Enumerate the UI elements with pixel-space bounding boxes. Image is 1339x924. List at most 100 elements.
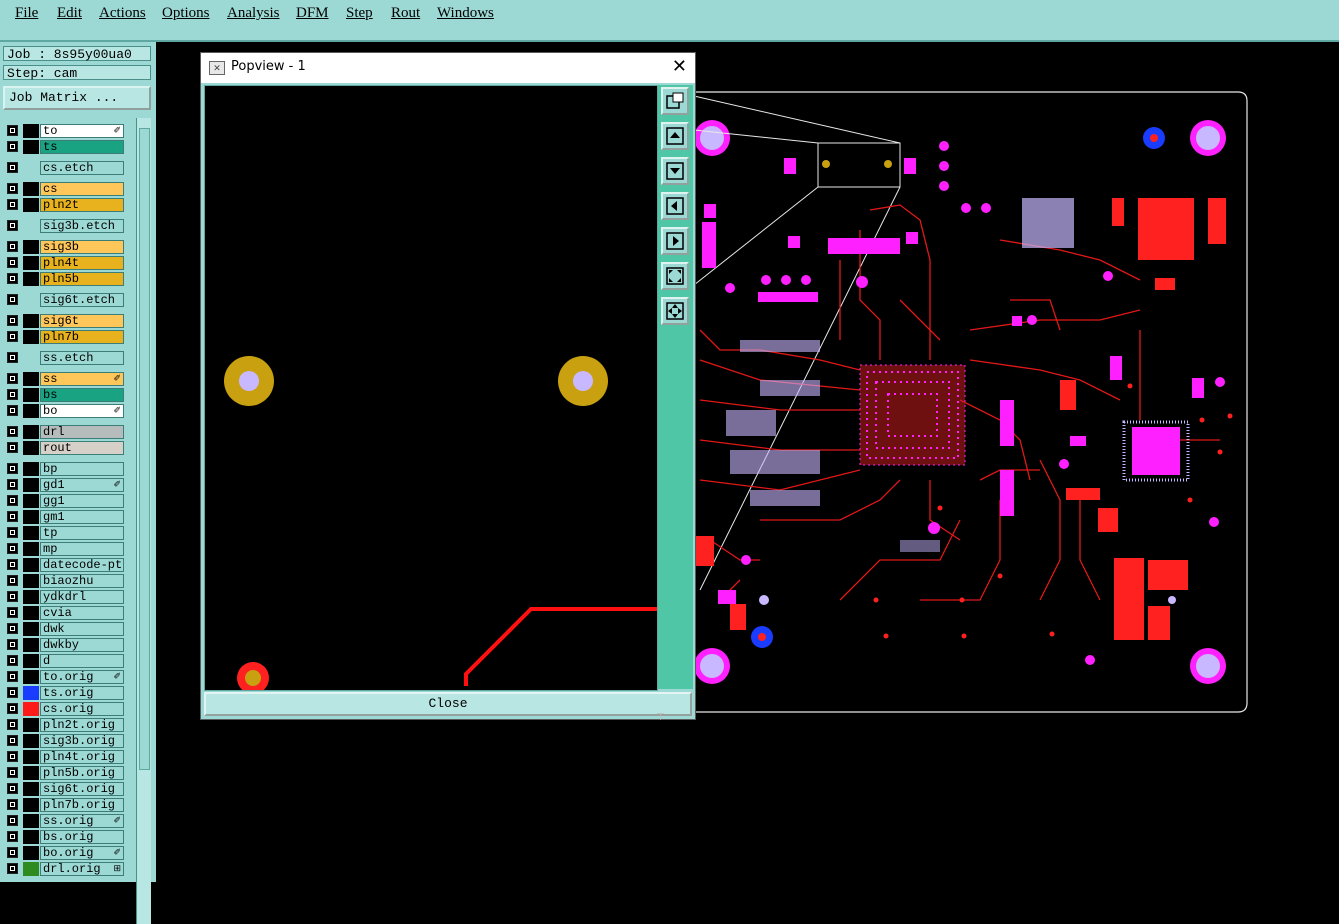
layer-checkbox[interactable]	[7, 767, 18, 778]
menu-rout[interactable]: Rout	[391, 5, 420, 22]
layer-row[interactable]: ydkdrl	[4, 590, 126, 604]
resize-handle-icon[interactable]: ⊤	[656, 712, 665, 723]
menu-windows[interactable]: Windows	[437, 5, 494, 22]
layer-name[interactable]: pln2t.orig	[40, 718, 124, 732]
layer-color-swatch[interactable]	[23, 404, 39, 418]
layer-name[interactable]: pln2t	[40, 198, 124, 212]
layer-color-swatch[interactable]	[23, 526, 39, 540]
close-button[interactable]: Close	[204, 692, 692, 716]
layer-color-swatch[interactable]	[23, 622, 39, 636]
layer-color-swatch[interactable]	[23, 478, 39, 492]
layer-row[interactable]: dwk	[4, 622, 126, 636]
layer-row[interactable]: gg1	[4, 494, 126, 508]
layer-name[interactable]: pln7b	[40, 330, 124, 344]
layer-row[interactable]: cs.orig	[4, 702, 126, 716]
layer-color-swatch[interactable]	[23, 182, 39, 196]
layer-checkbox[interactable]	[7, 783, 18, 794]
layer-color-swatch[interactable]	[23, 272, 39, 286]
zoom-window-icon[interactable]	[661, 87, 689, 115]
layer-row[interactable]: sig6t.etch	[4, 293, 126, 307]
menu-step[interactable]: Step	[346, 5, 373, 22]
layer-row[interactable]: sig3b.etch	[4, 219, 126, 233]
layer-checkbox[interactable]	[7, 591, 18, 602]
layer-color-swatch[interactable]	[23, 219, 39, 233]
layer-name[interactable]: biaozhu	[40, 574, 124, 588]
layer-color-swatch[interactable]	[23, 314, 39, 328]
layer-name[interactable]: gg1	[40, 494, 124, 508]
layer-name[interactable]: pln5b	[40, 272, 124, 286]
menu-file[interactable]: File	[15, 5, 38, 22]
layer-color-swatch[interactable]	[23, 702, 39, 716]
layer-name[interactable]: drl	[40, 425, 124, 439]
layer-name[interactable]: sig6t	[40, 314, 124, 328]
layer-checkbox[interactable]	[7, 162, 18, 173]
layer-name[interactable]: to ✐	[40, 124, 124, 138]
menu-actions[interactable]: Actions	[99, 5, 146, 22]
layer-name[interactable]: gd1 ✐	[40, 478, 124, 492]
layer-name[interactable]: ss.etch	[40, 351, 124, 365]
layer-checkbox[interactable]	[7, 442, 18, 453]
layer-name[interactable]: pln4t	[40, 256, 124, 270]
layer-checkbox[interactable]	[7, 331, 18, 342]
layer-name[interactable]: ss ✐	[40, 372, 124, 386]
layer-row[interactable]: bo.orig ✐	[4, 846, 126, 860]
layer-name[interactable]: mp	[40, 542, 124, 556]
layer-row[interactable]: tp	[4, 526, 126, 540]
layer-row[interactable]: dwkby	[4, 638, 126, 652]
layer-name[interactable]: bo ✐	[40, 404, 124, 418]
layer-checkbox[interactable]	[7, 559, 18, 570]
layer-name[interactable]: dwk	[40, 622, 124, 636]
layer-row[interactable]: d	[4, 654, 126, 668]
job-matrix-button[interactable]: Job Matrix ...	[3, 86, 151, 110]
popview-titlebar[interactable]: ✕ Popview - 1 ✕	[201, 53, 695, 83]
layer-row[interactable]: cs	[4, 182, 126, 196]
layer-color-swatch[interactable]	[23, 372, 39, 386]
layer-checkbox[interactable]	[7, 815, 18, 826]
layer-row[interactable]: drl.orig ⊞	[4, 862, 126, 876]
layer-name[interactable]: sig3b.orig	[40, 734, 124, 748]
layer-name[interactable]: rout	[40, 441, 124, 455]
layer-row[interactable]: ts	[4, 140, 126, 154]
layer-color-swatch[interactable]	[23, 798, 39, 812]
layer-row[interactable]: sig6t	[4, 314, 126, 328]
menu-dfm[interactable]: DFM	[296, 5, 329, 22]
layer-color-swatch[interactable]	[23, 734, 39, 748]
layer-name[interactable]: cs.orig	[40, 702, 124, 716]
menu-analysis[interactable]: Analysis	[227, 5, 280, 22]
layer-row[interactable]: pln2t	[4, 198, 126, 212]
layer-name[interactable]: sig6t.orig	[40, 782, 124, 796]
layer-row[interactable]: pln2t.orig	[4, 718, 126, 732]
layer-checkbox[interactable]	[7, 719, 18, 730]
layer-name[interactable]: to.orig ✐	[40, 670, 124, 684]
layer-checkbox[interactable]	[7, 257, 18, 268]
layer-checkbox[interactable]	[7, 671, 18, 682]
layer-checkbox[interactable]	[7, 751, 18, 762]
layer-color-swatch[interactable]	[23, 425, 39, 439]
layer-color-swatch[interactable]	[23, 494, 39, 508]
layer-name[interactable]: tp	[40, 526, 124, 540]
layer-checkbox[interactable]	[7, 199, 18, 210]
layer-name[interactable]: bp	[40, 462, 124, 476]
layer-row[interactable]: bs	[4, 388, 126, 402]
pan-right-icon[interactable]	[661, 227, 689, 255]
layer-row[interactable]: rout	[4, 441, 126, 455]
layer-checkbox[interactable]	[7, 575, 18, 586]
layer-row[interactable]: mp	[4, 542, 126, 556]
layer-row[interactable]: gd1 ✐	[4, 478, 126, 492]
layer-row[interactable]: gm1	[4, 510, 126, 524]
layer-row[interactable]: to.orig ✐	[4, 670, 126, 684]
popview-canvas[interactable]	[204, 85, 658, 691]
layer-checkbox[interactable]	[7, 639, 18, 650]
layer-color-swatch[interactable]	[23, 846, 39, 860]
layer-checkbox[interactable]	[7, 463, 18, 474]
layer-row[interactable]: ss ✐	[4, 372, 126, 386]
layer-color-swatch[interactable]	[23, 161, 39, 175]
close-icon[interactable]: ✕	[672, 56, 687, 77]
layer-name[interactable]: ydkdrl	[40, 590, 124, 604]
layer-name[interactable]: bo.orig ✐	[40, 846, 124, 860]
layer-row[interactable]: pln4t	[4, 256, 126, 270]
layer-row[interactable]: pln4t.orig	[4, 750, 126, 764]
layer-checkbox[interactable]	[7, 847, 18, 858]
layer-name[interactable]: cs	[40, 182, 124, 196]
layer-color-swatch[interactable]	[23, 124, 39, 138]
